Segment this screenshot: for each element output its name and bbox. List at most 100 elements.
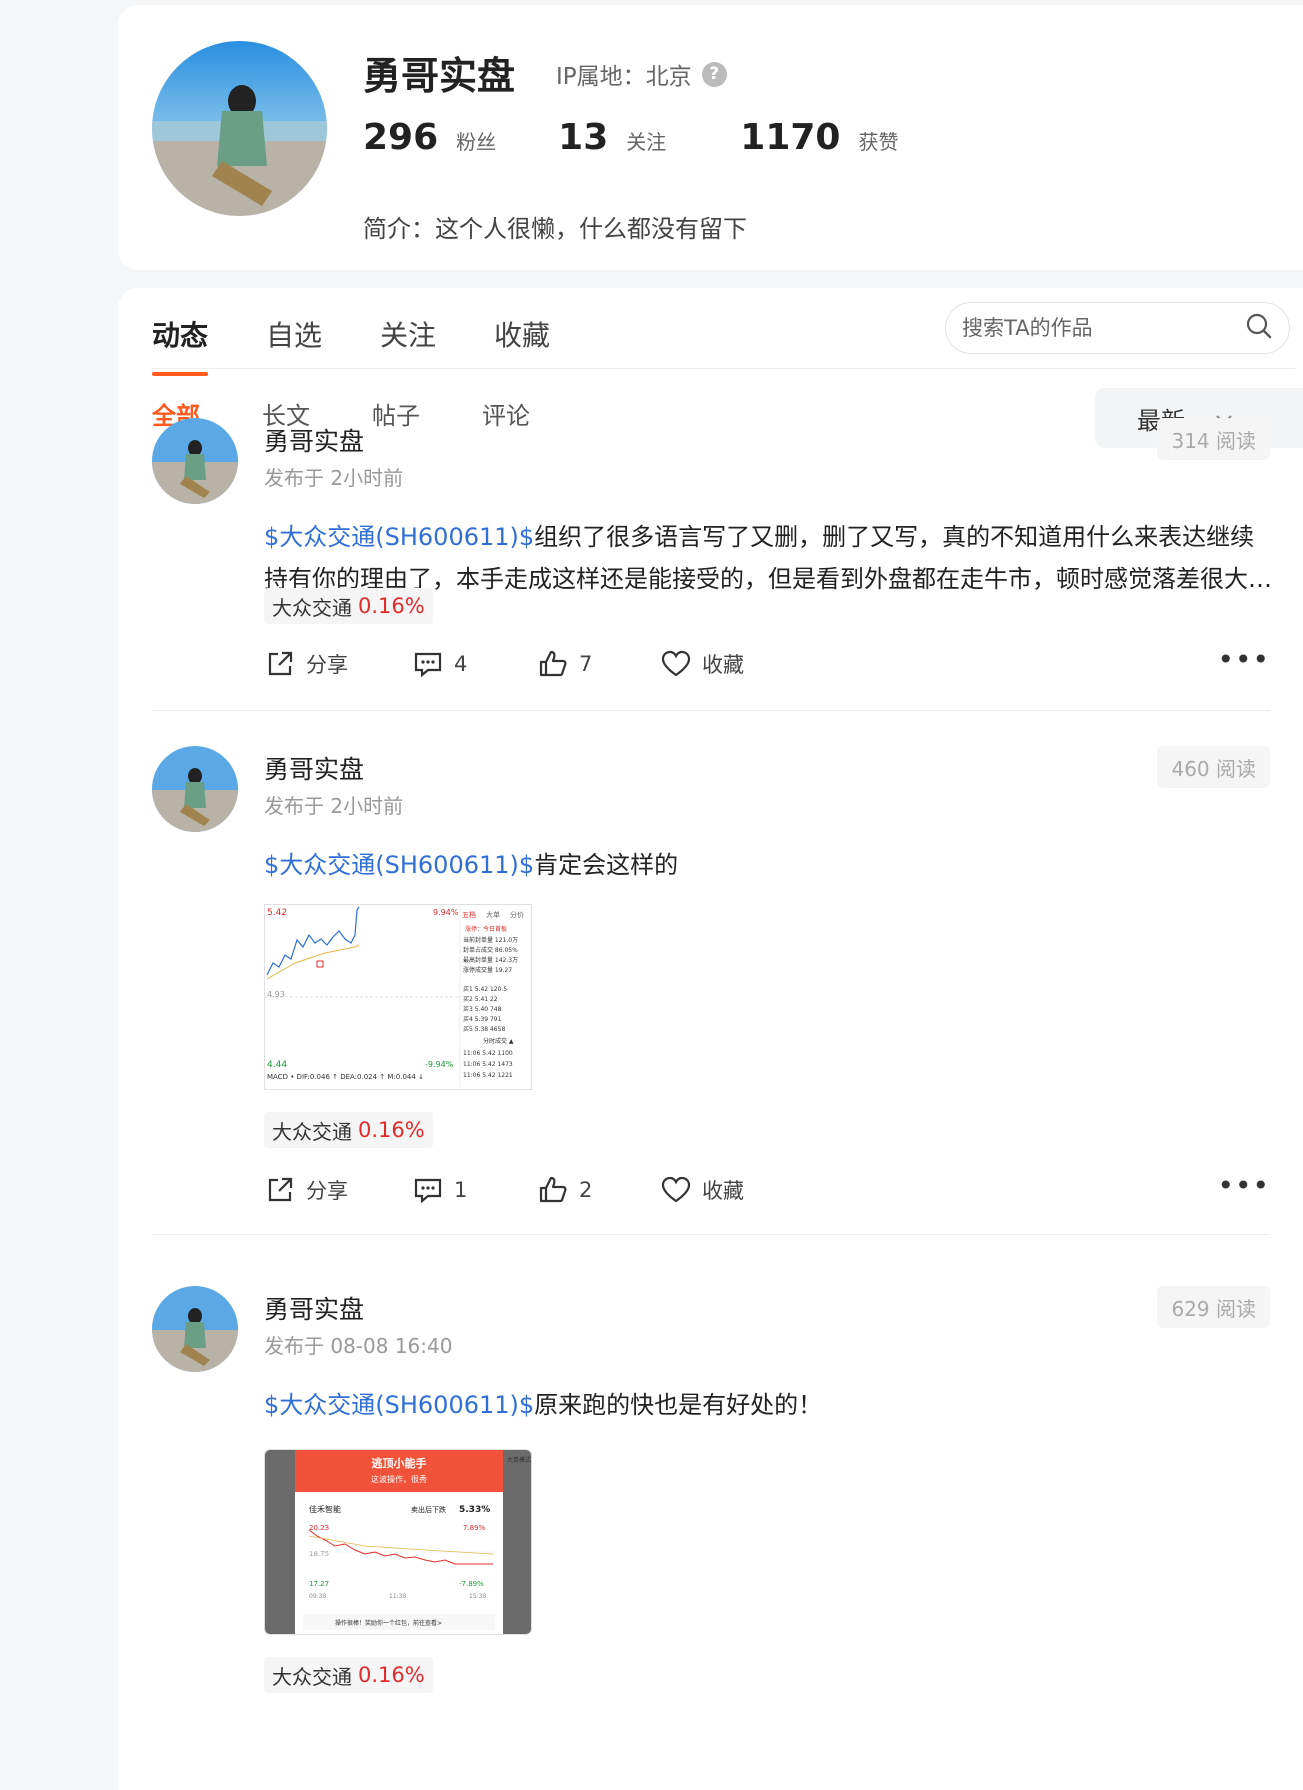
post-item: 勇哥实盘 发布于 2小时前 460 阅读 $大众交通(SH600611)$肯定会… [152,746,1270,1235]
favorite-button[interactable]: 收藏 [660,648,744,680]
post-author[interactable]: 勇哥实盘 [264,422,364,458]
search-box [945,302,1290,354]
chart-price-low: 4.44 [267,1060,287,1070]
share-button[interactable]: 分享 [264,1174,412,1206]
stock-link[interactable]: $大众交通(SH600611)$ [264,523,534,551]
profile-bio: 简介：这个人很懒，什么都没有留下 [363,215,747,243]
drop-value: 5.33% [459,1505,490,1515]
search-input[interactable] [962,316,1245,340]
stock-tag[interactable]: 大众交通 0.16% [264,588,433,624]
trade-pct-low: -7.89% [459,1580,484,1588]
share-icon [268,651,293,676]
board-line: 涨停：今日首板 [465,925,507,933]
comment-button[interactable]: 1 [412,1174,537,1206]
tab-activity[interactable]: 动态 [152,314,209,376]
comment-button[interactable]: 4 [412,648,537,680]
profile-avatar[interactable] [152,41,327,216]
stock-tag-change: 0.16% [358,594,425,618]
stat-following[interactable]: 13 关注 [558,117,666,158]
chart-macd: MACD • DIF:0.046 ↑ DEA:0.024 ↑ M:0.044 ↓ [267,1073,424,1081]
help-icon[interactable]: ? [701,61,727,87]
stat-value: 296 [363,117,439,158]
main-tabs: 动态 自选 关注 收藏 [152,314,608,376]
stat-label: 获赞 [858,130,899,154]
post-author[interactable]: 勇哥实盘 [264,750,364,786]
stock-tag-name: 大众交通 [272,1664,352,1689]
profile-stats: 296 粉丝 13 关注 1170 获赞 [363,117,898,158]
tab-following[interactable]: 关注 [380,314,436,376]
time-label: 11:30 [389,1593,406,1600]
share-icon [268,1177,293,1202]
time-label: 15:30 [469,1593,486,1600]
tick-row: 11:06 5.42 1100 [463,1050,513,1057]
comment-icon [414,1178,442,1204]
read-count-badge: 460 阅读 [1157,746,1270,788]
more-options-icon[interactable]: ••• [1217,1170,1270,1202]
board-line: 封单占成交 86.05% [463,946,518,954]
search-icon[interactable] [1245,312,1273,344]
stat-followers[interactable]: 296 粉丝 [363,117,496,158]
post-actions: 分享 4 7 收藏 ••• [264,644,1270,684]
read-count-badge: 629 阅读 [1157,1286,1270,1328]
like-button[interactable]: 7 [537,648,660,680]
avatar[interactable] [152,418,238,504]
stock-tag-name: 大众交通 [272,595,352,620]
panel-tab: 五档 [462,910,476,919]
post-image-stock-chart[interactable]: 5.42 9.94% 4.93 4.44 -9.94% MACD • DIF:0… [264,904,532,1090]
ticks-title: 分时成交 ▲ [483,1037,514,1045]
share-button[interactable]: 分享 [264,648,412,680]
favorite-button[interactable]: 收藏 [660,1174,744,1206]
avatar[interactable] [152,746,238,832]
panel-tab: 大单 [486,910,500,919]
post-text: 原来跑的快也是有好处的！ [534,1391,823,1419]
stock-tag[interactable]: 大众交通 0.16% [264,1112,433,1148]
heart-icon [661,650,691,677]
comment-count: 4 [454,652,468,676]
stock-tag-change: 0.16% [358,1118,425,1142]
post-time: 发布于 08-08 16:40 [264,1334,453,1358]
post-actions: 分享 1 2 收藏 ••• [264,1170,1270,1210]
stock-link[interactable]: $大众交通(SH600611)$ [264,1391,534,1419]
reward-footer: 操作很棒！奖励你一个红包，前往查看> [335,1619,442,1627]
post-item: 勇哥实盘 发布于 08-08 16:40 629 阅读 $大众交通(SH6006… [152,1286,1270,1790]
tab-favorites[interactable]: 收藏 [494,314,550,376]
post-content[interactable]: $大众交通(SH600611)$肯定会这样的 [264,844,1274,886]
feed-card: 动态 自选 关注 收藏 全部 长文 帖子 评论 最新 勇哥实盘 发布于 2小时前… [118,288,1303,1790]
profile-card: 勇哥实盘 IP属地：北京 ? 296 粉丝 13 关注 1170 获赞 简介：这… [118,5,1303,270]
side-panel-title: 大单模式 [507,1456,531,1464]
stat-label: 关注 [626,130,667,154]
chart-pct-low: -9.94% [425,1060,454,1069]
more-options-icon[interactable]: ••• [1217,644,1270,676]
banner-title: 逃顶小能手 [372,1456,427,1470]
post-time: 发布于 2小时前 [264,466,404,490]
heart-icon [661,1176,691,1203]
stock-link[interactable]: $大众交通(SH600611)$ [264,851,534,879]
bid-row: 买2 5.41 22 [463,995,498,1003]
chart-pct-high: 9.94% [433,908,459,917]
post-divider [152,1234,1270,1235]
tick-row: 11:06 5.42 1473 [463,1061,513,1068]
tick-row: 11:06 5.42 1221 [463,1072,513,1079]
trade-pct-high: 7.89% [463,1524,486,1532]
tabs-divider [152,368,1295,369]
post-content[interactable]: $大众交通(SH600611)$原来跑的快也是有好处的！ [264,1384,1274,1426]
post-text: 肯定会这样的 [534,851,679,879]
bid-row: 买5 5.38 4658 [463,1025,505,1033]
like-button[interactable]: 2 [537,1174,660,1206]
board-line: 涨停成交量 19.27 [463,966,512,974]
ip-location-text: IP属地：北京 [556,64,692,90]
tab-watchlist[interactable]: 自选 [266,314,322,376]
bid-row: 买1 5.42 120.5 [463,985,507,993]
drop-label: 卖出后下跌 [411,1505,446,1514]
post-divider [152,710,1270,711]
favorite-label: 收藏 [702,1179,744,1203]
trade-mid: 18.75 [309,1550,329,1558]
stock-tag[interactable]: 大众交通 0.16% [264,1657,433,1693]
post-author[interactable]: 勇哥实盘 [264,1290,364,1326]
banner-subtitle: 这波操作，很秀 [371,1474,427,1484]
comment-count: 1 [454,1178,468,1202]
post-image-trade-result[interactable]: 逃顶小能手 这波操作，很秀 佳禾智能 卖出后下跌 5.33% 20.23 7.8… [264,1449,532,1635]
avatar[interactable] [152,1286,238,1372]
like-count: 7 [579,652,593,676]
trade-high: 20.23 [309,1524,329,1532]
